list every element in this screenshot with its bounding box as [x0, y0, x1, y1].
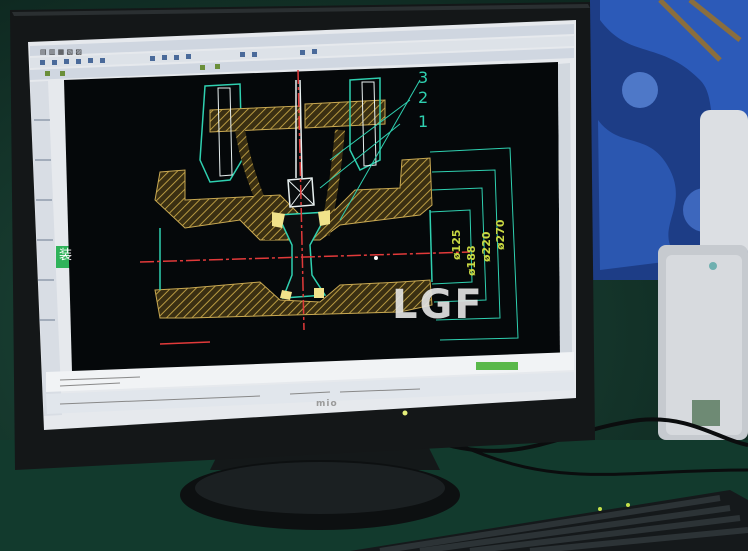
part-callout: 3	[418, 68, 429, 87]
scene-graphics	[0, 0, 748, 551]
photo-scene: ▤ ▥ ▦ ▧ ▨ ø125 ø188 ø220 ø270 3 2 1 装 mi…	[0, 0, 748, 551]
status-indicator	[476, 362, 518, 370]
dimension-label: ø125	[450, 229, 463, 260]
power-led	[402, 410, 408, 416]
part-callout: 2	[418, 88, 429, 107]
menu-bar[interactable]: ▤ ▥ ▦ ▧ ▨	[40, 48, 82, 56]
side-tab-label: 装	[59, 248, 73, 263]
dimension-label: ø270	[494, 219, 507, 250]
watermark-logo: LGF	[392, 282, 484, 328]
right-scrollbar[interactable]	[558, 63, 572, 356]
monitor-brand-logo: mio	[316, 399, 338, 409]
dimension-label: ø220	[480, 231, 493, 262]
dimension-label: ø188	[465, 245, 478, 276]
part-callout: 1	[418, 112, 429, 131]
